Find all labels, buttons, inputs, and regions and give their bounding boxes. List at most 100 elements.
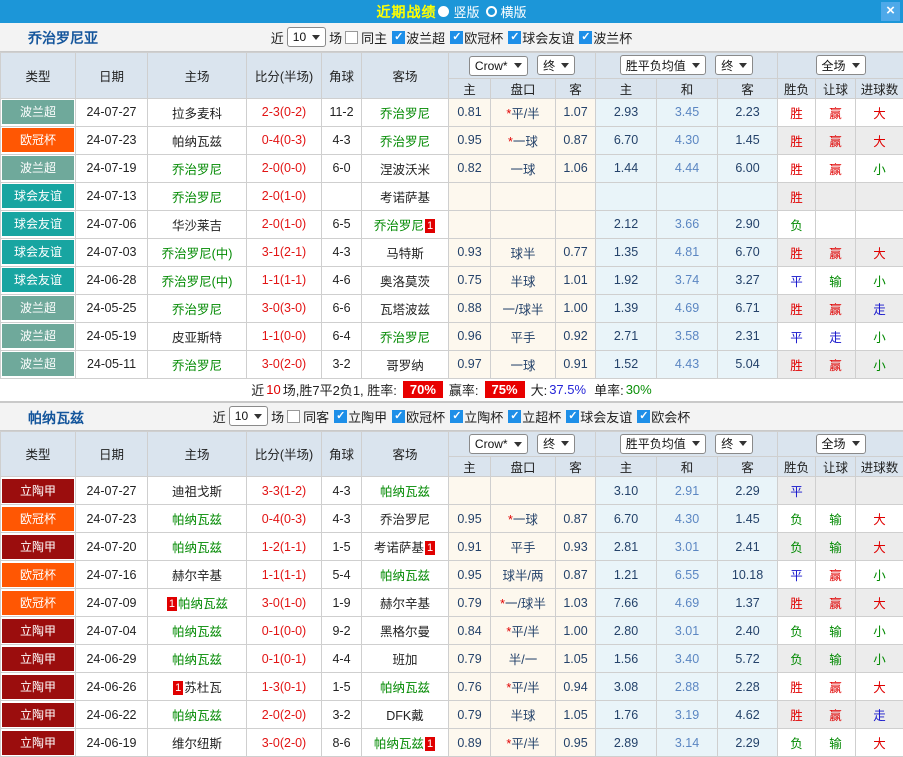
- league-checkbox[interactable]: [450, 30, 464, 44]
- bookmaker-value: Crow*: [474, 437, 508, 451]
- team2-title: 帕纳瓦兹: [28, 409, 84, 426]
- cell-odds-away: 1.00: [554, 293, 597, 323]
- cell-team: 哥罗纳: [361, 349, 449, 379]
- cell-handicap-result: 赢: [815, 588, 857, 617]
- team-name: 帕纳瓦兹: [178, 597, 229, 611]
- cell-corner: 3-2: [321, 700, 362, 729]
- chevron-down-icon: [254, 413, 263, 419]
- star-mark: *: [506, 737, 512, 751]
- cell-handicap-result: 赢: [815, 700, 857, 729]
- cell-team: 帕纳瓦兹: [147, 504, 247, 533]
- cell-avg-home: 7.66: [595, 588, 658, 617]
- cell-result: 负: [777, 532, 817, 561]
- fulltime-group-header: 全场: [777, 430, 903, 457]
- league-checkbox[interactable]: [579, 30, 593, 44]
- same-home-checkbox[interactable]: [345, 30, 359, 44]
- avg-select[interactable]: 胜平负均值: [619, 433, 706, 454]
- cell-league-type: 立陶甲: [0, 532, 76, 561]
- league-type-badge: 球会友谊: [2, 184, 74, 208]
- col-crow-away: 客: [554, 456, 597, 477]
- cell-goals: 走: [855, 700, 903, 729]
- league-type-badge: 立陶甲: [2, 534, 74, 559]
- league-type-badge: 欧冠杯: [2, 590, 74, 615]
- cell-result: 胜: [777, 588, 817, 617]
- cell-team: 奥洛莫茨: [361, 265, 449, 295]
- league-filter: 立陶杯: [450, 407, 503, 426]
- cell-avg-home: 2.93: [595, 97, 658, 127]
- bookmaker-select[interactable]: Crow*: [468, 434, 528, 454]
- cell-date: 24-07-23: [75, 504, 148, 533]
- cell-league-type: 立陶甲: [0, 700, 76, 729]
- league-checkbox[interactable]: [508, 30, 522, 44]
- cell-corner: 11-2: [321, 97, 362, 127]
- team-name: 乔治罗尼: [379, 134, 430, 149]
- col-score: 比分(半场): [246, 430, 322, 477]
- cell-avg-draw: 4.44: [656, 153, 719, 183]
- cell-handicap-result: 走: [815, 321, 857, 351]
- cell-odds-away: 1.01: [554, 265, 597, 295]
- cell-team: 乔治罗尼: [361, 321, 449, 351]
- cell-avg-home: 6.70: [595, 504, 658, 533]
- bookmaker-select[interactable]: Crow*: [468, 55, 528, 76]
- league-checkbox[interactable]: [508, 409, 522, 423]
- same-away-checkbox[interactable]: [287, 409, 301, 423]
- team-name: DFK戴: [386, 709, 424, 723]
- odds-time-select[interactable]: 终: [537, 433, 576, 454]
- cell-avg-home: 2.12: [595, 209, 658, 239]
- cell-handicap: 半球: [490, 700, 556, 729]
- fulltime-select[interactable]: 全场: [815, 433, 866, 454]
- vertical-layout-label[interactable]: 竖版: [453, 2, 479, 21]
- league-checkbox[interactable]: [566, 409, 580, 423]
- cell-result: 胜: [777, 237, 817, 267]
- games-count-select[interactable]: 10: [286, 27, 327, 47]
- cell-team: 乔治罗尼: [147, 153, 247, 183]
- cell-score: 3-0(2-0): [246, 349, 322, 379]
- league-filter: 波兰超: [392, 28, 445, 47]
- cell-odds-home: 0.79: [448, 588, 491, 617]
- cell-avg-away: 3.27: [717, 265, 779, 295]
- table-row: 波兰超 24-05-11 乔治罗尼 3-0(2-0) 3-2 哥罗纳 0.97 一球 0.91 1…: [0, 349, 903, 379]
- cell-handicap-result: 赢: [815, 237, 857, 267]
- cell-avg-home: 3.10: [595, 476, 658, 505]
- cell-odds-away: 1.00: [554, 616, 597, 645]
- horizontal-layout-label[interactable]: 横版: [501, 2, 527, 21]
- odds-time-select[interactable]: 终: [537, 55, 576, 75]
- avg-time-value: 终: [721, 437, 734, 452]
- cell-goals: 大: [855, 532, 903, 561]
- fulltime-select[interactable]: 全场: [815, 55, 866, 76]
- league-label: 波兰杯: [593, 30, 633, 46]
- cell-avg-draw: 3.58: [656, 321, 719, 351]
- col-goals: 进球数: [855, 456, 903, 477]
- vertical-layout-radio[interactable]: [438, 6, 450, 17]
- league-checkbox[interactable]: [334, 409, 348, 423]
- cell-handicap: *平/半: [490, 672, 556, 701]
- cell-team: 乔治罗尼: [361, 97, 449, 127]
- league-checkbox[interactable]: [637, 409, 651, 423]
- col-type: 类型: [0, 430, 76, 477]
- cell-avg-away: 1.45: [717, 504, 779, 533]
- team-name: 乔治罗尼(中): [161, 246, 233, 261]
- avg-time-select[interactable]: 终: [715, 55, 754, 76]
- league-checkbox[interactable]: [450, 409, 464, 423]
- close-icon[interactable]: ×: [881, 2, 900, 21]
- avg-time-select[interactable]: 终: [715, 433, 754, 454]
- league-checkbox[interactable]: [392, 409, 406, 423]
- league-type-badge: 立陶甲: [2, 646, 74, 671]
- games-count-select[interactable]: 10: [228, 406, 269, 426]
- horizontal-layout-radio[interactable]: [485, 6, 497, 17]
- cell-avg-home: 2.80: [595, 616, 658, 645]
- team-name: 苏杜瓦: [184, 681, 222, 695]
- cell-odds-away: [554, 209, 597, 239]
- cell-league-type: 球会友谊: [0, 181, 76, 211]
- cell-handicap-result: 赢: [815, 349, 857, 379]
- cell-avg-draw: 2.88: [656, 672, 719, 701]
- cell-avg-away: 2.41: [717, 532, 779, 561]
- league-checkbox[interactable]: [392, 30, 406, 44]
- avg-select[interactable]: 胜平负均值: [619, 55, 706, 76]
- cell-odds-home: 0.95: [448, 125, 491, 155]
- cell-avg-home: 1.21: [595, 560, 658, 589]
- cell-odds-home: 0.75: [448, 265, 491, 295]
- cell-handicap: 一/球半: [490, 293, 556, 323]
- odds-time-value: 终: [543, 58, 556, 73]
- chevron-down-icon: [739, 441, 748, 447]
